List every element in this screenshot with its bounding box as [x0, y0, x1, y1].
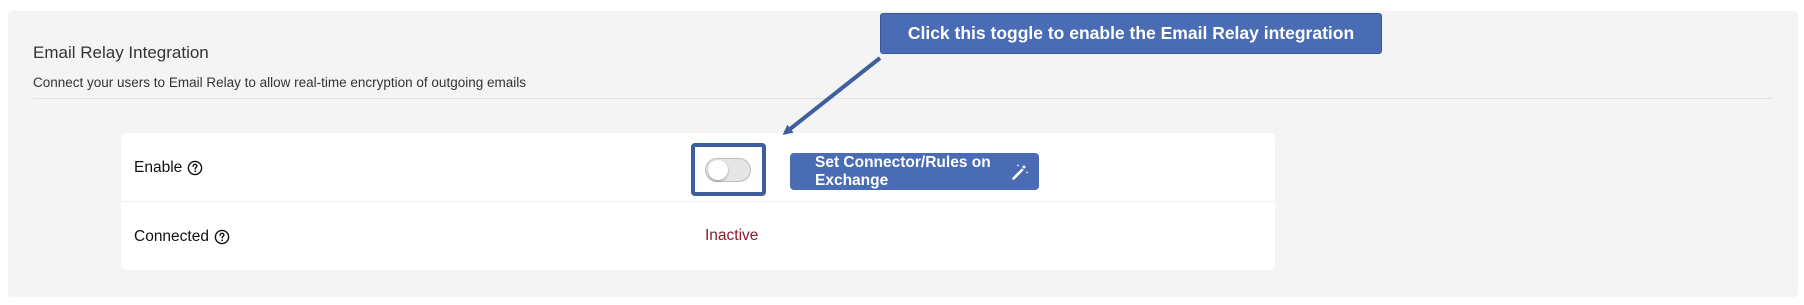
toggle-knob [708, 160, 728, 180]
enable-row-label: Enable [134, 159, 203, 177]
connection-status: Inactive [705, 227, 759, 244]
section-divider [33, 98, 1773, 99]
magic-wand-icon [1011, 163, 1029, 181]
connected-label: Connected [134, 228, 209, 245]
section-title: Email Relay Integration [33, 43, 209, 62]
callout-text: Click this toggle to enable the Email Re… [907, 23, 1355, 43]
connected-row-label: Connected [134, 228, 230, 246]
set-connector-rules-button[interactable]: Set Connector/Rules on Exchange [790, 153, 1039, 190]
page: Email Relay Integration Connect your use… [0, 0, 1804, 305]
enable-toggle[interactable] [705, 158, 751, 182]
enable-label: Enable [134, 159, 183, 176]
help-icon[interactable] [214, 229, 230, 245]
help-icon[interactable] [187, 160, 203, 176]
tutorial-callout: Click this toggle to enable the Email Re… [880, 13, 1382, 54]
section-description: Connect your users to Email Relay to all… [33, 75, 526, 90]
settings-card: Enable Set Connector/Rules on Exchange C… [121, 133, 1275, 270]
row-divider [121, 201, 1275, 202]
set-connector-rules-label: Set Connector/Rules on Exchange [815, 153, 991, 189]
